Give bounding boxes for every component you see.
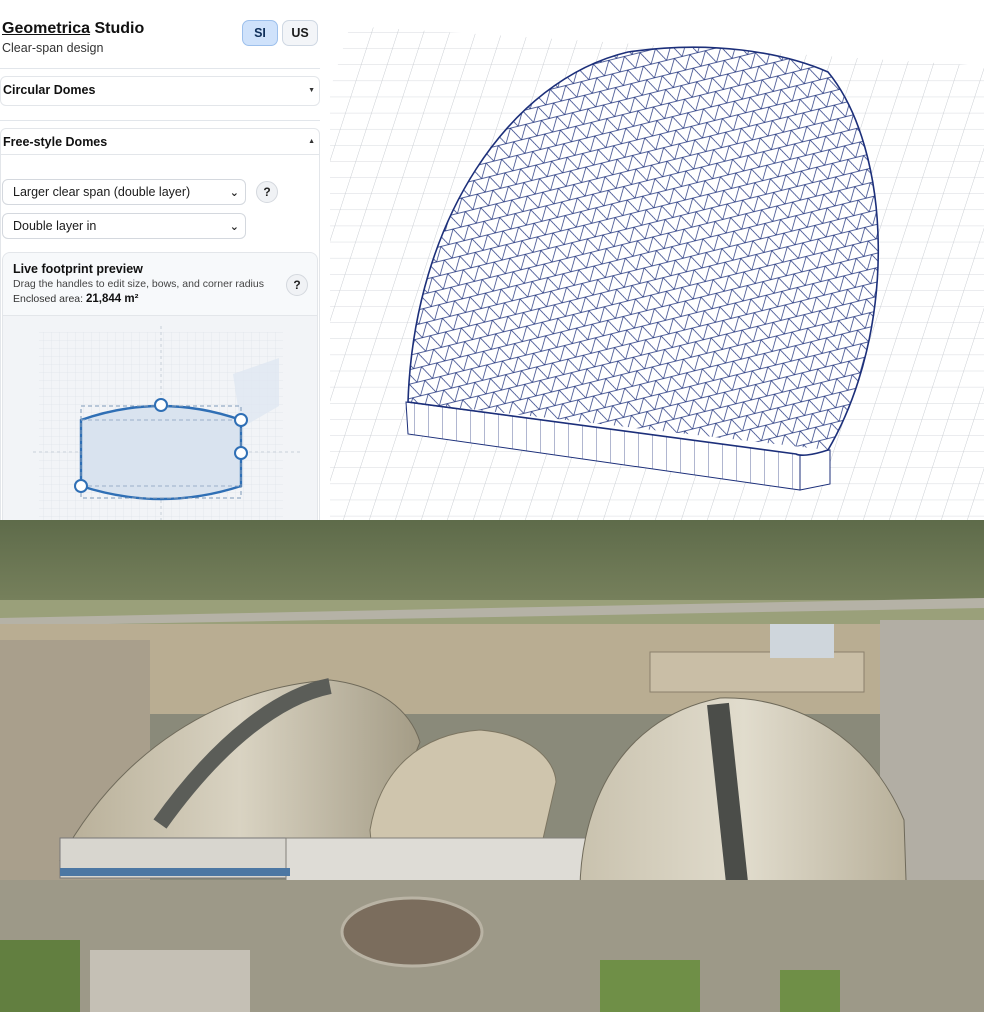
caret-up-icon: ▲ — [308, 138, 315, 145]
section-header[interactable]: Free-style Domes ▲ — [1, 129, 319, 155]
section-label: Free-style Domes — [3, 134, 108, 149]
divider — [0, 68, 320, 69]
preview-description: Drag the handles to edit size, bows, and… — [13, 278, 264, 290]
dome-left-blue-band — [60, 868, 290, 876]
layer-select[interactable]: Double layer in ⌄ — [2, 213, 246, 239]
brand-name-rest: Studio — [90, 20, 145, 37]
preview-title: Live footprint preview — [13, 262, 143, 276]
lawn-right — [600, 960, 700, 1012]
chevron-down-icon: ⌄ — [229, 186, 239, 199]
enclosed-area: Enclosed area: 21,844 m² — [13, 293, 138, 305]
corner-handle[interactable] — [234, 413, 248, 427]
warehouse-building — [770, 624, 834, 658]
bow-handle-right[interactable] — [234, 446, 248, 460]
app-subtitle: Clear-span design — [2, 41, 104, 55]
photo-svg — [0, 520, 984, 1012]
aerial-facility-photo — [0, 520, 984, 1012]
dome-type-select[interactable]: Larger clear span (double layer) ⌄ — [2, 179, 246, 205]
lawn-left — [0, 940, 80, 1012]
size-handle[interactable] — [74, 479, 88, 493]
dome-3d-viewport[interactable] — [330, 0, 984, 520]
footprint-svg — [33, 326, 303, 520]
unit-us-button[interactable]: US — [282, 20, 318, 46]
roundabout-garden — [340, 896, 484, 968]
bow-handle-top[interactable] — [154, 398, 168, 412]
section-label: Circular Domes — [3, 83, 96, 97]
layer-value: Double layer in — [13, 219, 97, 233]
dome-type-value: Larger clear span (double layer) — [13, 185, 191, 199]
app-title: Geometrica Studio — [2, 20, 144, 38]
section-circular-domes[interactable]: Circular Domes ▼ — [0, 76, 320, 106]
brand-name-link[interactable]: Geometrica — [2, 20, 90, 37]
question-icon[interactable]: ? — [286, 274, 308, 296]
lawn-right-2 — [780, 970, 840, 1012]
unit-si-button[interactable]: SI — [242, 20, 278, 46]
viewport-svg — [330, 26, 984, 520]
unit-toggle: SI US — [242, 20, 318, 46]
footprint-preview-card: Live footprint preview Drag the handles … — [2, 252, 318, 520]
chevron-down-icon: ⌄ — [229, 220, 239, 233]
section-header[interactable]: Circular Domes ▼ — [1, 77, 319, 103]
question-icon[interactable]: ? — [256, 181, 278, 203]
control-panel: Geometrica Studio Clear-span design SI U… — [0, 0, 326, 520]
brand: Geometrica Studio Clear-span design — [2, 20, 144, 55]
area-value: 21,844 m² — [85, 293, 139, 305]
left-building-foreground — [90, 950, 250, 1012]
footprint-canvas[interactable] — [3, 315, 317, 520]
divider — [0, 120, 320, 121]
area-label: Enclosed area: — [13, 293, 86, 305]
caret-down-icon: ▼ — [308, 86, 315, 94]
